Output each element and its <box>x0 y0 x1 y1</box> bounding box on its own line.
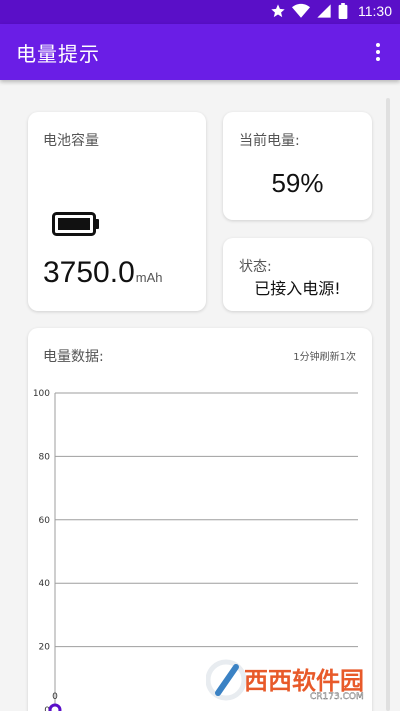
battery-capacity-card: 电池容量 3750.0mAh <box>28 112 206 311</box>
status-label: 状态: <box>239 259 272 275</box>
chart-y-tick-label: 60 <box>39 516 51 526</box>
status-icons: 11:30 <box>270 3 392 19</box>
watermark-logo: 西西软件园 CR173.COM <box>206 659 364 702</box>
chart-data-label: 0 <box>52 692 58 702</box>
more-vert-icon[interactable] <box>366 40 390 64</box>
current-level-card: 当前电量: 59% <box>223 112 372 220</box>
status-time: 11:30 <box>358 3 392 19</box>
current-level-label: 当前电量: <box>239 133 300 149</box>
current-level-value: 59% <box>271 168 324 198</box>
wifi-icon <box>292 3 310 18</box>
star-icon <box>271 4 285 18</box>
battery-icon <box>52 212 99 236</box>
battery-icon <box>338 3 348 19</box>
app-bar: 电量提示 <box>0 24 400 80</box>
watermark-subtext: CR173.COM <box>310 692 364 702</box>
battery-line-chart: 0204060801000 <box>33 389 358 711</box>
chart-y-tick-label: 40 <box>39 579 51 589</box>
status-value: 已接入电源! <box>254 279 341 298</box>
app-title: 电量提示 <box>16 42 100 66</box>
capacity-label: 电池容量 <box>43 133 99 149</box>
scrollbar[interactable] <box>386 98 390 711</box>
battery-data-card: 电量数据: 1分钟刷新1次 0 20 40 60 80 100 0 <box>28 328 372 711</box>
signal-icon <box>317 4 331 18</box>
chart-data-point <box>48 703 62 711</box>
chart-y-tick-label: 80 <box>39 452 51 462</box>
capacity-value: 3750.0 <box>43 256 135 289</box>
chart-y-tick-label: 100 <box>33 389 50 399</box>
charging-status-card: 状态: 已接入电源! <box>223 238 372 311</box>
watermark-text: 西西软件园 <box>244 667 364 695</box>
chart-y-tick-label: 20 <box>39 643 51 653</box>
capacity-value-row: 3750.0mAh <box>43 256 163 290</box>
capacity-unit: mAh <box>135 270 163 285</box>
status-bar: 11:30 <box>0 0 400 24</box>
